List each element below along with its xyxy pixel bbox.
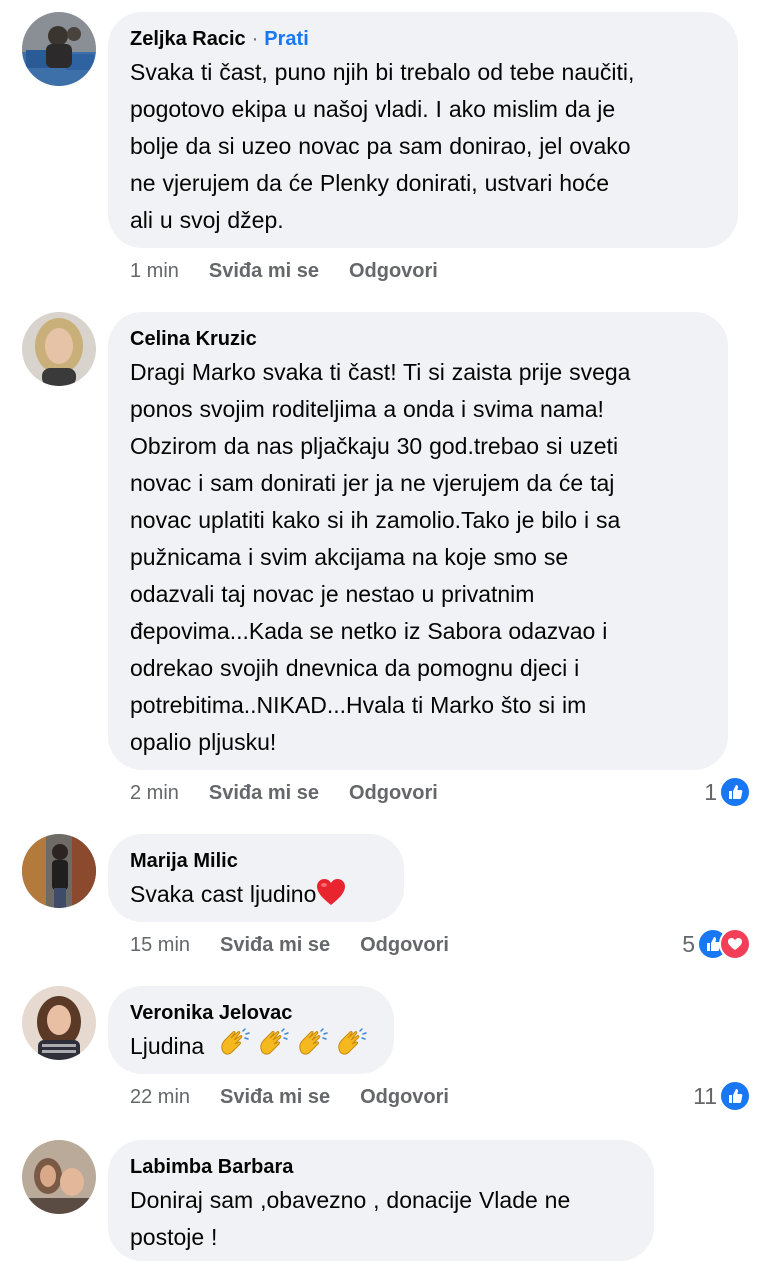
heart-icon <box>316 878 346 917</box>
comment-text-line: ali u svoj džep. <box>130 207 284 233</box>
comment-author[interactable]: Marija Milic <box>130 848 382 874</box>
reaction-count: 5 <box>682 930 695 957</box>
comment-author[interactable]: Zeljka Racic <box>130 28 246 50</box>
clapping-hands-icon <box>258 1028 290 1069</box>
clapping-hands-icon <box>219 1028 251 1069</box>
comment-time[interactable]: 22 min <box>130 1086 190 1108</box>
comment-actions: 15 min Sviđa mi se Odgovori <box>130 934 479 957</box>
reaction-count: 11 <box>693 1082 717 1109</box>
comment-text-line: đepovima...Kada se netko iz Sabora odazv… <box>130 618 608 644</box>
avatar[interactable] <box>22 12 96 86</box>
reply-button[interactable]: Odgovori <box>349 260 438 282</box>
comment-author-line: Zeljka Racic · Prati <box>130 26 716 52</box>
comment-bubble: Labimba Barbara Doniraj sam ,obavezno , … <box>108 1140 654 1261</box>
comment-actions: 22 min Sviđa mi se Odgovori <box>130 1086 479 1109</box>
comment-bubble: Zeljka Racic · Prati Svaka ti čast, puno n… <box>108 12 738 248</box>
comment-text-line: pogotovo ekipa u našoj vladi. I ako misl… <box>130 96 616 122</box>
comment-text-line: Doniraj sam ,obavezno , donacije Vlade n… <box>130 1187 571 1213</box>
comment-author[interactable]: Labimba Barbara <box>130 1154 632 1180</box>
comment-text: Dragi Marko svaka ti čast! Ti si zaista … <box>130 354 706 761</box>
like-button[interactable]: Sviđa mi se <box>220 934 330 956</box>
reaction-count: 1 <box>704 778 717 805</box>
comment-time[interactable]: 2 min <box>130 782 179 804</box>
reaction-summary[interactable]: 1 <box>704 776 751 808</box>
separator-dot: · <box>251 28 259 50</box>
comment-text-line: odrekao svojih dnevnica da pomognu djeci… <box>130 655 580 681</box>
comment-text-line: ne vjerujem da će Plenky donirati, ustva… <box>130 170 610 196</box>
comment-text: Ljudina <box>130 1028 372 1069</box>
comment-text: Svaka cast ljudino <box>130 876 382 917</box>
comment-bubble: Celina Kruzic Dragi Marko svaka ti čast!… <box>108 312 728 770</box>
comment-text-line: Svaka ti čast, puno njih bi trebalo od t… <box>130 59 635 85</box>
reaction-summary[interactable]: 11 <box>693 1080 751 1112</box>
like-button[interactable]: Sviđa mi se <box>209 260 319 282</box>
comment-text-line: novac uplatiti kako si ih zamolio.Tako j… <box>130 507 621 533</box>
reply-button[interactable]: Odgovori <box>349 782 438 804</box>
reaction-summary[interactable]: 5 <box>682 928 751 960</box>
like-icon <box>719 1080 751 1112</box>
reply-button[interactable]: Odgovori <box>360 1086 449 1108</box>
love-icon <box>719 928 751 960</box>
comment-text-line: ponos svojim roditeljima a onda i svima … <box>130 396 604 422</box>
avatar[interactable] <box>22 834 96 908</box>
comment-time[interactable]: 15 min <box>130 934 190 956</box>
comment-author[interactable]: Veronika Jelovac <box>130 1000 372 1026</box>
comment-text-line: postoje ! <box>130 1224 218 1250</box>
comment-bubble: Veronika Jelovac Ljudina <box>108 986 394 1074</box>
comment-text-line: opalio pljusku! <box>130 729 277 755</box>
avatar[interactable] <box>22 1140 96 1214</box>
comment-text-line: odazvali taj novac je nestao u privatnim <box>130 581 535 607</box>
comment-text-line: pužnicama i svim akcijama na koje smo se <box>130 544 569 570</box>
like-button[interactable]: Sviđa mi se <box>220 1086 330 1108</box>
comment-actions: 2 min Sviđa mi se Odgovori <box>130 782 468 805</box>
clapping-hands-icon <box>336 1028 368 1069</box>
comment-actions: 1 min Sviđa mi se Odgovori <box>130 260 468 283</box>
comment-text-line: potrebitima..NIKAD...Hvala ti Marko što … <box>130 692 587 718</box>
like-button[interactable]: Sviđa mi se <box>209 782 319 804</box>
comment-text-line: Svaka cast ljudino <box>130 881 317 907</box>
comment-text-line: Obzirom da nas pljačkaju 30 god.trebao s… <box>130 433 619 459</box>
comment-text-line: bolje da si uzeo novac pa sam donirao, j… <box>130 133 631 159</box>
reply-button[interactable]: Odgovori <box>360 934 449 956</box>
comment-bubble: Marija Milic Svaka cast ljudino <box>108 834 404 922</box>
comment-author[interactable]: Celina Kruzic <box>130 326 706 352</box>
comment-time[interactable]: 1 min <box>130 260 179 282</box>
comment-text: Doniraj sam ,obavezno , donacije Vlade n… <box>130 1182 632 1256</box>
comment-text-line: novac i sam donirati jer ja ne vjerujem … <box>130 470 615 496</box>
avatar[interactable] <box>22 312 96 386</box>
comment-text-line: Ljudina <box>130 1033 205 1059</box>
avatar[interactable] <box>22 986 96 1060</box>
comment-text-line: Dragi Marko svaka ti čast! Ti si zaista … <box>130 359 631 385</box>
follow-button[interactable]: Prati <box>264 28 308 50</box>
like-icon <box>719 776 751 808</box>
comment-text: Svaka ti čast, puno njih bi trebalo od t… <box>130 54 716 239</box>
clapping-hands-icon <box>297 1028 329 1069</box>
